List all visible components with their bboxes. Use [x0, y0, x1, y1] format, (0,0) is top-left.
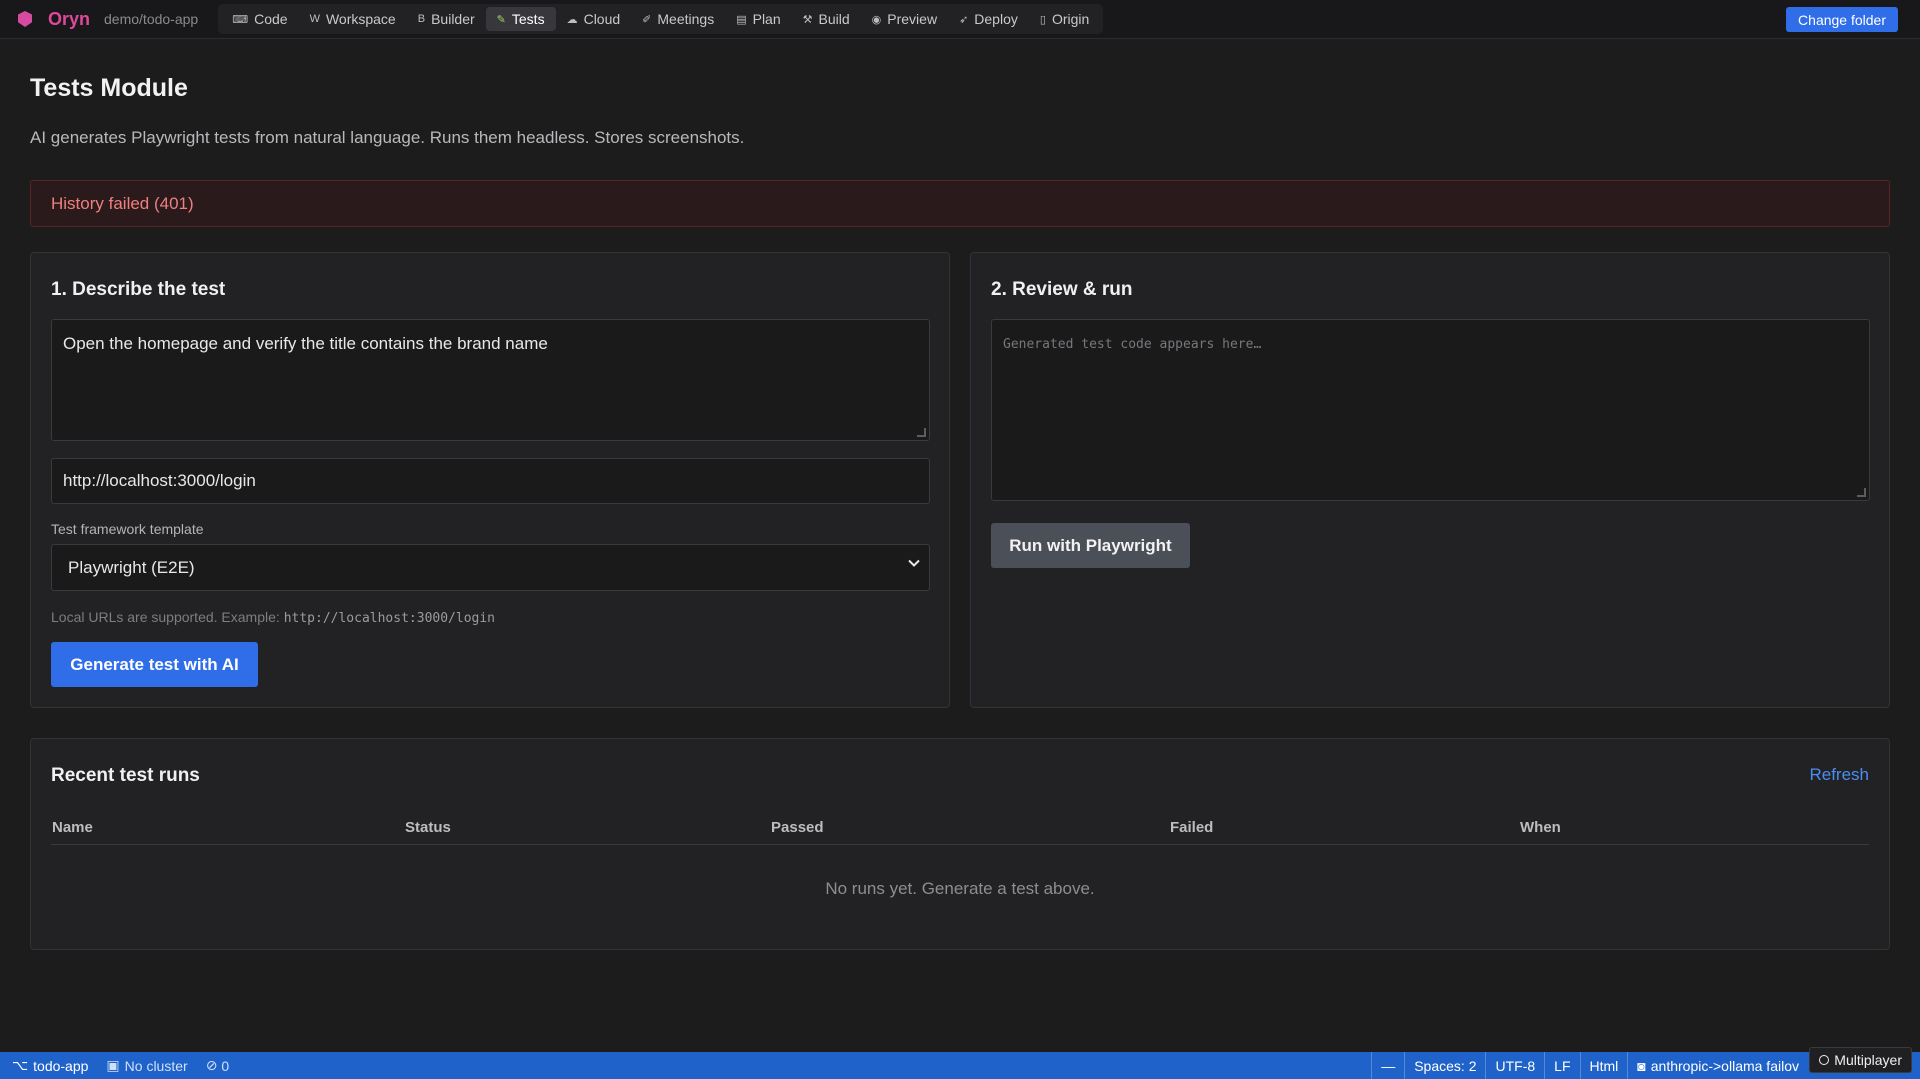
error-message: History failed (401) — [51, 193, 194, 213]
tab-build[interactable]: ⚒ Build — [792, 7, 861, 31]
branch-status[interactable]: ⌥ todo-app — [3, 1052, 97, 1079]
file-icon: ▯ — [1039, 13, 1046, 26]
branch-icon: ⌥ — [12, 1057, 29, 1073]
problems-count: 0 — [221, 1057, 230, 1074]
problems-icon: ⊘ — [205, 1057, 218, 1073]
pencil-icon: ✎ — [496, 13, 506, 26]
builder-icon: B — [417, 13, 426, 25]
column-status[interactable]: Status — [405, 819, 451, 836]
resize-handle-icon[interactable] — [1857, 488, 1866, 497]
ai-provider-status[interactable]: ◙ anthropic->ollama failov — [1627, 1052, 1808, 1079]
problems-status[interactable]: ⊘ 0 — [197, 1052, 239, 1079]
cluster-icon: ▣ — [106, 1057, 120, 1073]
meeting-icon: ✐ — [642, 13, 652, 26]
tab-label: Preview — [887, 11, 938, 27]
document-icon: ▤ — [736, 13, 747, 26]
test-description-value: Open the homepage and verify the title c… — [63, 334, 548, 353]
review-run-card: 2. Review & run Generated test code appe… — [970, 252, 1890, 708]
column-passed[interactable]: Passed — [771, 819, 824, 836]
tab-deploy[interactable]: ➶ Deploy — [948, 7, 1029, 31]
ai-provider-label: anthropic->ollama failov — [1650, 1057, 1799, 1074]
tab-origin[interactable]: ▯ Origin — [1029, 7, 1100, 31]
tab-label: Cloud — [583, 11, 621, 27]
module-tabs: ⌨ Code W Workspace B Builder ✎ Tests ☁ C… — [218, 4, 1104, 34]
brand: Oryn demo/todo-app — [18, 9, 198, 30]
cluster-label: No cluster — [124, 1057, 188, 1074]
empty-runs-message: No runs yet. Generate a test above. — [825, 879, 1095, 898]
tab-label: Origin — [1051, 11, 1090, 27]
dash-status: — — [1371, 1052, 1404, 1079]
tab-label: Workspace — [325, 11, 396, 27]
page-title: Tests Module — [30, 74, 188, 102]
indent-status[interactable]: Spaces: 2 — [1404, 1052, 1485, 1079]
tab-label: Code — [254, 11, 288, 27]
oryn-logo-icon — [18, 11, 32, 27]
hint-text: Local URLs are supported. Example: — [51, 609, 280, 625]
tab-label: Meetings — [657, 11, 715, 27]
page-subtitle: AI generates Playwright tests from natur… — [30, 128, 745, 147]
terminal-icon: ⌨ — [232, 13, 249, 26]
robot-icon: ◙ — [1637, 1057, 1646, 1074]
code-placeholder: Generated test code appears here… — [1003, 337, 1262, 352]
cluster-status[interactable]: ▣ No cluster — [97, 1052, 196, 1079]
rocket-icon: ➶ — [959, 13, 969, 26]
review-card-title: 2. Review & run — [991, 279, 1133, 300]
change-folder-button[interactable]: Change folder — [1786, 7, 1898, 32]
language-status[interactable]: Html — [1579, 1052, 1628, 1079]
tab-label: Deploy — [974, 11, 1018, 27]
column-when[interactable]: When — [1520, 819, 1561, 836]
runs-table-header: Name Status Passed Failed When — [51, 811, 1869, 845]
describe-card-title: 1. Describe the test — [51, 279, 226, 300]
generated-code-textarea[interactable]: Generated test code appears here… — [991, 319, 1870, 501]
tab-label: Build — [818, 11, 850, 27]
tab-label: Tests — [511, 11, 545, 27]
refresh-link[interactable]: Refresh — [1809, 765, 1869, 785]
test-description-textarea[interactable]: Open the homepage and verify the title c… — [51, 319, 930, 441]
workspace-icon: W — [309, 13, 320, 25]
column-name[interactable]: Name — [52, 819, 93, 836]
tab-tests[interactable]: ✎ Tests — [485, 7, 556, 31]
tab-workspace[interactable]: W Workspace — [299, 7, 407, 31]
framework-label: Test framework template — [51, 521, 204, 537]
chevron-down-icon — [908, 559, 920, 567]
project-path: demo/todo-app — [104, 11, 199, 27]
generate-test-button[interactable]: Generate test with AI — [51, 642, 258, 687]
run-playwright-button[interactable]: Run with Playwright — [991, 523, 1190, 568]
eye-icon: ◉ — [871, 13, 882, 26]
app-name: Oryn — [48, 8, 91, 29]
status-bar: ⌥ todo-app ▣ No cluster ⊘ 0 — Spaces: 2 … — [0, 1052, 1920, 1079]
cloud-icon: ☁ — [566, 13, 578, 26]
top-bar: Oryn demo/todo-app ⌨ Code W Workspace B … — [0, 0, 1920, 39]
recent-runs-card: Recent test runs Refresh Name Status Pas… — [30, 738, 1890, 950]
resize-handle-icon[interactable] — [917, 428, 926, 437]
tab-cloud[interactable]: ☁ Cloud — [556, 7, 632, 31]
hint-code: http://localhost:3000/login — [283, 611, 496, 626]
eol-status[interactable]: LF — [1544, 1052, 1579, 1079]
error-banner: History failed (401) — [30, 180, 1890, 227]
multiplayer-button[interactable]: Multiplayer — [1809, 1047, 1912, 1073]
target-url-value: http://localhost:3000/login — [63, 471, 256, 490]
tab-label: Plan — [752, 11, 781, 27]
multiplayer-label: Multiplayer — [1834, 1052, 1902, 1068]
framework-select[interactable]: Playwright (E2E) — [51, 544, 930, 591]
tab-preview[interactable]: ◉ Preview — [861, 7, 948, 31]
framework-selected-value: Playwright (E2E) — [68, 557, 195, 577]
tab-label: Builder — [431, 11, 475, 27]
column-failed[interactable]: Failed — [1170, 819, 1213, 836]
recent-runs-title: Recent test runs — [51, 765, 200, 786]
target-url-input[interactable]: http://localhost:3000/login — [51, 458, 930, 504]
tab-builder[interactable]: B Builder — [407, 7, 486, 31]
tab-code[interactable]: ⌨ Code — [221, 7, 298, 31]
branch-name: todo-app — [33, 1057, 89, 1074]
circle-icon — [1819, 1055, 1830, 1065]
encoding-status[interactable]: UTF-8 — [1485, 1052, 1544, 1079]
local-url-hint: Local URLs are supported. Example: http:… — [51, 609, 495, 626]
describe-test-card: 1. Describe the test Open the homepage a… — [30, 252, 950, 708]
hammer-icon: ⚒ — [802, 13, 813, 26]
tab-meetings[interactable]: ✐ Meetings — [631, 7, 725, 31]
tab-plan[interactable]: ▤ Plan — [725, 7, 791, 31]
